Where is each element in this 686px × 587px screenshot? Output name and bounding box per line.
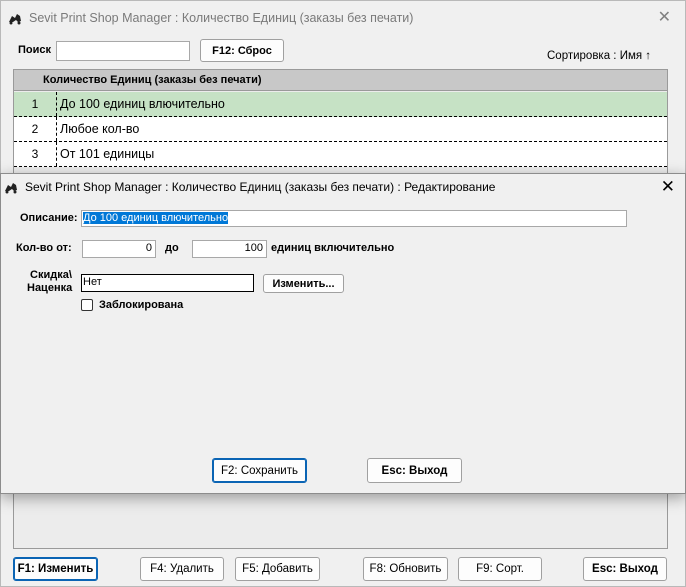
table-row[interactable]: 1 До 100 единиц влючительно [14, 92, 667, 117]
close-icon[interactable]: ✕ [661, 178, 675, 195]
qty-from-label: Кол-во от: [16, 242, 72, 254]
save-button[interactable]: F2: Сохранить [212, 458, 307, 483]
qty-to-label: до [165, 242, 179, 254]
row-number: 2 [14, 117, 57, 141]
edit-dialog: Sevit Print Shop Manager : Количество Ед… [0, 173, 686, 494]
blocked-checkbox[interactable] [81, 299, 93, 311]
app-logo-icon [9, 14, 21, 25]
main-titlebar: Sevit Print Shop Manager : Количество Ед… [1, 1, 685, 35]
qty-from-input[interactable]: 0 [82, 240, 156, 258]
dialog-titlebar: Sevit Print Shop Manager : Количество Ед… [1, 174, 685, 200]
add-button[interactable]: F5: Добавить [235, 557, 320, 581]
change-discount-button[interactable]: Изменить... [263, 274, 344, 293]
description-value: До 100 единиц влючительно [83, 212, 229, 224]
grid-header[interactable]: Количество Единиц (заказы без печати) [14, 70, 667, 91]
row-number: 3 [14, 142, 57, 166]
table-row[interactable]: 3 От 101 единицы [14, 142, 667, 167]
row-name: От 101 единицы [60, 147, 155, 161]
row-name: Любое кол-во [60, 122, 140, 136]
main-window-title: Sevit Print Shop Manager : Количество Ед… [29, 11, 414, 25]
exit-button[interactable]: Esc: Выход [583, 557, 667, 581]
edit-button[interactable]: F1: Изменить [13, 557, 98, 581]
search-label: Поиск [18, 44, 52, 56]
reset-button[interactable]: F12: Сброс [200, 39, 284, 62]
qty-to-input[interactable]: 100 [192, 240, 267, 258]
row-name: До 100 единиц влючительно [60, 97, 225, 111]
dialog-title: Sevit Print Shop Manager : Количество Ед… [25, 180, 496, 194]
search-input[interactable] [56, 41, 190, 61]
close-icon[interactable]: ✕ [658, 10, 671, 26]
qty-suffix-label: единиц включительно [271, 242, 395, 254]
description-input[interactable]: До 100 единиц влючительно [81, 210, 627, 227]
blocked-label[interactable]: Заблокирована [99, 299, 183, 311]
sort-label[interactable]: Сортировка : Имя ↑ [547, 50, 651, 62]
delete-button[interactable]: F4: Удалить [140, 557, 224, 581]
refresh-button[interactable]: F8: Обновить [363, 557, 448, 581]
discount-label-line2: Наценка [27, 282, 73, 294]
app-logo-icon [5, 183, 17, 194]
dialog-exit-button[interactable]: Esc: Выход [367, 458, 462, 483]
table-row[interactable]: 2 Любое кол-во [14, 117, 667, 142]
sort-button[interactable]: F9: Сорт. [458, 557, 542, 581]
discount-field: Нет [81, 274, 254, 292]
grid-header-label: Количество Единиц (заказы без печати) [43, 74, 262, 86]
discount-label-line1: Скидка\ [30, 269, 72, 281]
row-number: 1 [14, 92, 57, 116]
description-label: Описание: [20, 212, 78, 224]
